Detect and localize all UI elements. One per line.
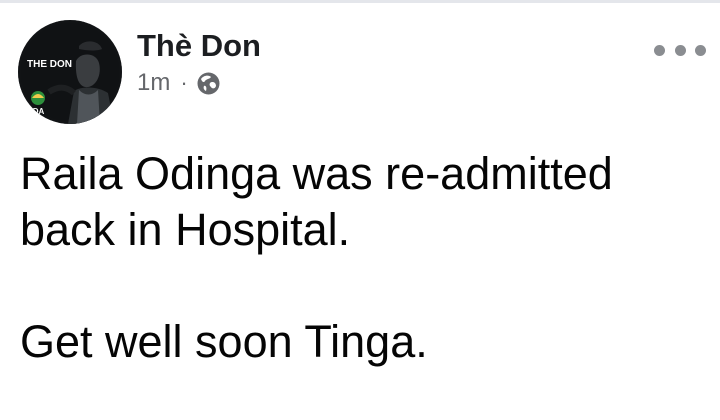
avatar-overlay-text: THE DON (27, 59, 72, 70)
more-horizontal-icon-dot (674, 44, 686, 56)
meta-separator: · (180, 70, 188, 95)
post-top-border (0, 0, 720, 3)
post-meta: 1m · (137, 66, 221, 100)
post-text-line: back in Hospital. (20, 204, 351, 255)
more-options-button[interactable] (654, 36, 706, 64)
more-horizontal-icon-dot (695, 44, 706, 56)
more-horizontal-icon-dot (654, 44, 665, 56)
facebook-post: THE DON UDA Thè Don 1m · Raila Odinga wa… (0, 0, 720, 420)
author-avatar[interactable]: THE DON UDA (18, 20, 122, 124)
post-timestamp[interactable]: 1m (137, 66, 170, 100)
author-name[interactable]: Thè Don (137, 26, 261, 66)
globe-icon[interactable] (196, 71, 221, 96)
post-text-line: Get well soon Tinga. (20, 316, 428, 367)
avatar-party-text: UDA (27, 107, 45, 116)
post-body: Raila Odinga was re-admitted back in Hos… (20, 146, 700, 370)
avatar-image: THE DON UDA (18, 20, 122, 124)
post-text-line: Raila Odinga was re-admitted (20, 148, 613, 199)
